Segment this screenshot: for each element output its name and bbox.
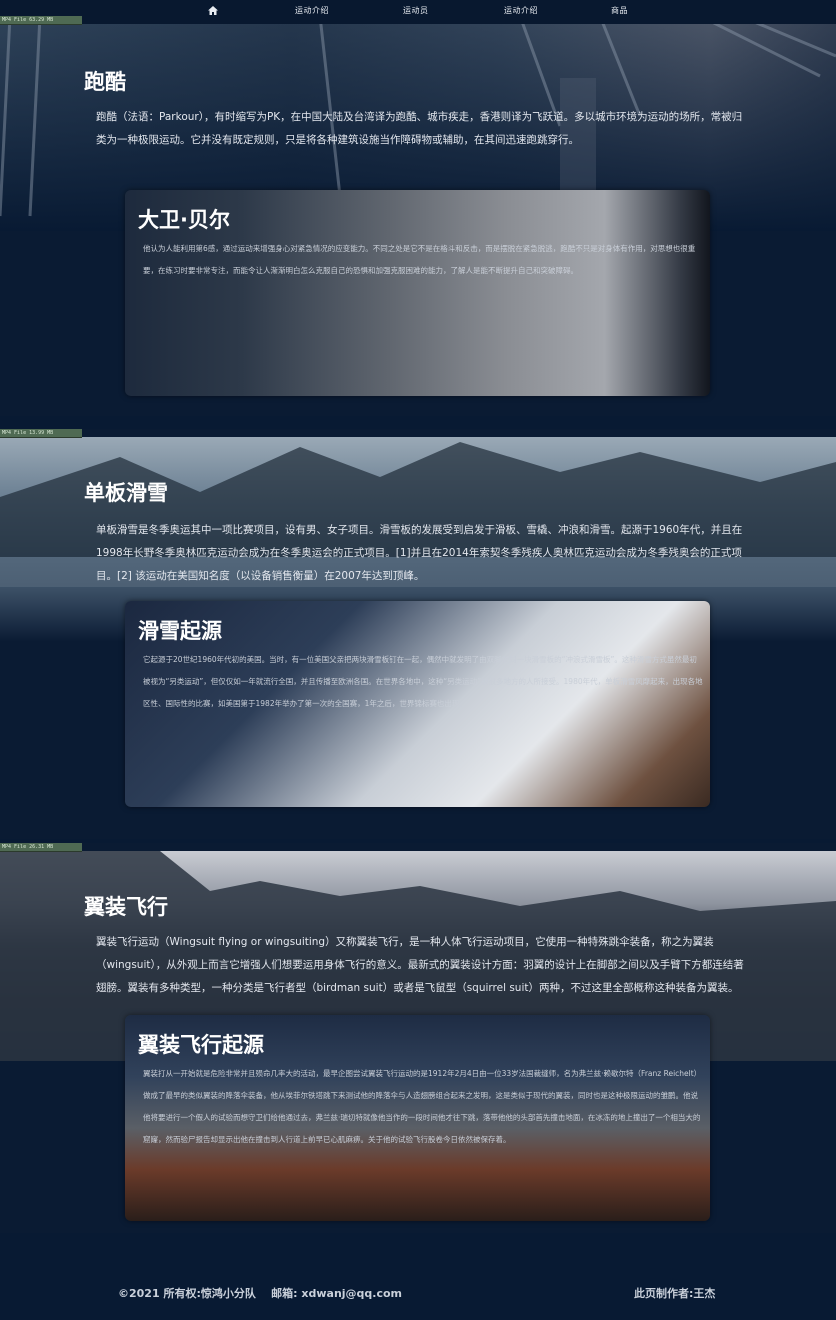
- section-title: 跑酷: [84, 70, 126, 94]
- video-file-tag: MP4 File 26.31 MB: [0, 843, 82, 852]
- nav-item-athletes[interactable]: 运动员: [403, 5, 429, 16]
- section-description: 翼装飞行运动（Wingsuit flying or wingsuiting）又称…: [96, 936, 744, 994]
- footer-copyright: ©2021 所有权:惊鸿小分队 邮箱: xdwanj@qq.com: [118, 1287, 403, 1300]
- video-file-tag: MP4 File 13.99 MB: [0, 429, 82, 438]
- wingsuit-section: 翼装飞行 翼装飞行运动（Wingsuit flying or wingsuiti…: [0, 843, 836, 1233]
- nav-item-sport-intro[interactable]: 运动介绍: [295, 5, 329, 16]
- card-title: 滑雪起源: [138, 619, 222, 643]
- parkour-section: 跑酷 跑酷（法语：Parkour），有时缩写为PK，在中国大陆及台湾译为跑酷、城…: [0, 16, 836, 416]
- top-nav: 运动介绍 运动员 运动介绍 商品: [0, 0, 836, 24]
- section-title: 翼装飞行: [84, 895, 168, 919]
- origin-card: 滑雪起源 它起源于20世纪1960年代初的美国。当时，有一位美国父亲把两块滑雪板…: [125, 601, 710, 807]
- section-description: 单板滑雪是冬季奥运其中一项比赛项目，设有男、女子项目。滑雪板的发展受到启发于滑板…: [96, 524, 743, 582]
- card-title: 大卫·贝尔: [138, 208, 230, 232]
- card-description: 翼装打从一开始就是危险非常并且殒命几率大的活动，最早企图尝试翼装飞行运动的是19…: [143, 1069, 702, 1144]
- footer: ©2021 所有权:惊鸿小分队 邮箱: xdwanj@qq.com 此页制作者:…: [0, 1265, 836, 1320]
- card-description: 他认为人能利用第6感，通过运动来增强身心对紧急情况的应变能力。不同之处是它不是在…: [143, 244, 696, 275]
- video-file-tag: MP4 File 63.29 MB: [0, 16, 82, 25]
- nav-item-sport-intro-2[interactable]: 运动介绍: [504, 5, 538, 16]
- card-description: 它起源于20世纪1960年代初的美国。当时，有一位美国父亲把两块滑雪板钉在一起，…: [143, 655, 703, 708]
- home-icon[interactable]: [208, 6, 218, 15]
- nav-item-products[interactable]: 商品: [611, 5, 628, 16]
- section-title: 单板滑雪: [84, 481, 168, 505]
- origin-card: 翼装飞行起源 翼装打从一开始就是危险非常并且殒命几率大的活动，最早企图尝试翼装飞…: [125, 1015, 710, 1221]
- card-title: 翼装飞行起源: [138, 1033, 264, 1057]
- footer-author: 此页制作者:王杰: [634, 1287, 716, 1300]
- section-description: 跑酷（法语：Parkour），有时缩写为PK，在中国大陆及台湾译为跑酷、城市疾走…: [96, 111, 743, 146]
- snowboard-section: 单板滑雪 单板滑雪是冬季奥运其中一项比赛项目，设有男、女子项目。滑雪板的发展受到…: [0, 429, 836, 839]
- athlete-card: 大卫·贝尔 他认为人能利用第6感，通过运动来增强身心对紧急情况的应变能力。不同之…: [125, 190, 710, 396]
